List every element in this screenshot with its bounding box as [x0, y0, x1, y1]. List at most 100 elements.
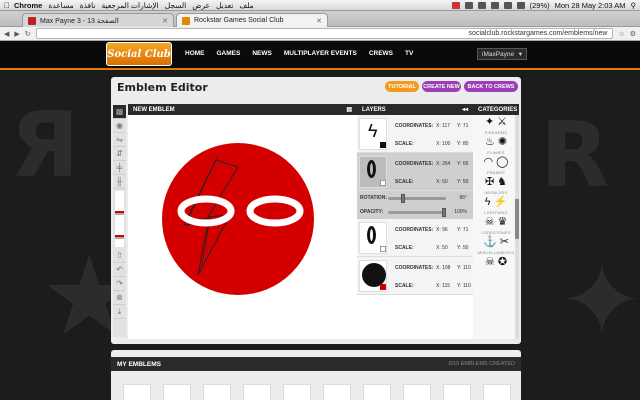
- create-new-button[interactable]: CREATE NEW: [422, 81, 461, 92]
- coord-x[interactable]: X: 108: [436, 265, 450, 271]
- flip-horizontal-icon[interactable]: ⇋: [113, 133, 126, 147]
- nav-games[interactable]: GAMES: [217, 50, 241, 57]
- category-shape-icon[interactable]: ◠: [484, 157, 494, 168]
- emblem-slot[interactable]: [203, 384, 231, 400]
- coord-y[interactable]: Y: 71: [457, 227, 468, 233]
- reload-icon[interactable]: ↻: [25, 30, 31, 38]
- menu-item[interactable]: عرض: [192, 1, 210, 10]
- canvas-grid-icon[interactable]: ▤: [346, 106, 352, 113]
- nav-news[interactable]: NEWS: [252, 50, 272, 57]
- color-swatch[interactable]: [380, 142, 386, 148]
- category-shape-icon[interactable]: ✪: [498, 257, 507, 268]
- wifi-icon[interactable]: [490, 1, 499, 9]
- coord-y[interactable]: Y: 66: [457, 161, 468, 167]
- delete-icon[interactable]: ⊗: [113, 291, 126, 305]
- scale-y[interactable]: Y: 50: [457, 179, 468, 185]
- coord-x[interactable]: X: 117: [436, 123, 450, 129]
- bookmark-star-icon[interactable]: ☆: [618, 30, 624, 38]
- menu-item[interactable]: ملف: [239, 1, 253, 10]
- flag-icon[interactable]: [503, 1, 512, 9]
- undo-icon[interactable]: ↶: [113, 263, 126, 277]
- coord-y[interactable]: Y: 71: [457, 123, 468, 129]
- category-shape-icon[interactable]: ⚡: [494, 197, 508, 208]
- layer-row[interactable]: COORDINATES: X: 108 Y: 110 SCALE: X: 115…: [357, 257, 473, 295]
- scale-x[interactable]: X: 115: [436, 283, 450, 289]
- menu-item[interactable]: مساعدة: [48, 1, 73, 10]
- scale-x[interactable]: X: 100: [436, 141, 450, 147]
- rotation-slider[interactable]: [388, 194, 446, 203]
- browser-tab-active[interactable]: Rockstar Games Social Club ✕: [176, 13, 328, 27]
- layer-row[interactable]: ϟ COORDINATES: X: 117 Y: 71 SCALE: X: 10…: [357, 115, 473, 153]
- emblem-canvas[interactable]: [128, 115, 357, 339]
- category-shape-icon[interactable]: ϟ: [485, 197, 491, 208]
- color-swatch[interactable]: [380, 284, 386, 290]
- emblem-slot[interactable]: [163, 384, 191, 400]
- flip-vertical-icon[interactable]: ⇵: [113, 147, 126, 161]
- nav-multiplayer-events[interactable]: MULTIPLAYER EVENTS: [284, 50, 357, 57]
- redo-icon[interactable]: ↷: [113, 277, 126, 291]
- dropbox-icon[interactable]: [464, 1, 473, 9]
- scale-x[interactable]: X: 50: [436, 179, 448, 185]
- grid-icon[interactable]: ▦: [113, 105, 126, 119]
- social-club-logo[interactable]: Social Club: [106, 42, 172, 66]
- nav-tv[interactable]: TV: [405, 50, 413, 57]
- category-shape-icon[interactable]: ✂: [500, 237, 509, 248]
- back-arrow-icon[interactable]: ◀: [4, 30, 9, 38]
- tab-close-icon[interactable]: ✕: [162, 17, 168, 25]
- tutorial-button[interactable]: TUTORIAL: [385, 81, 419, 92]
- color-swatch[interactable]: [380, 246, 386, 252]
- move-up-icon[interactable]: ⇧: [113, 249, 126, 263]
- category-scrollbar[interactable]: [515, 115, 519, 339]
- emblem-slot[interactable]: [283, 384, 311, 400]
- opacity-slider[interactable]: [388, 208, 446, 217]
- category-shape-icon[interactable]: ☠: [485, 257, 495, 268]
- category-shape-icon[interactable]: ⚔: [497, 117, 507, 128]
- visibility-eye-icon[interactable]: ◉: [113, 119, 126, 133]
- category-shape-icon[interactable]: ☠: [485, 217, 495, 228]
- forward-arrow-icon[interactable]: ▶: [14, 30, 19, 38]
- nav-home[interactable]: HOME: [185, 50, 205, 57]
- volume-icon[interactable]: [516, 1, 525, 9]
- scale-y[interactable]: Y: 110: [457, 283, 471, 289]
- category-shape-icon[interactable]: ◯: [496, 157, 508, 168]
- category-shape-icon[interactable]: ♞: [497, 177, 507, 188]
- battery-text[interactable]: (29%): [530, 1, 550, 10]
- wrench-icon[interactable]: ⚙: [630, 30, 636, 38]
- emblem-slot[interactable]: [403, 384, 431, 400]
- back-to-crews-button[interactable]: BACK TO CREWS: [464, 81, 518, 92]
- menu-item[interactable]: الإشارات المرجعية: [102, 1, 159, 10]
- menu-item[interactable]: السجل: [165, 1, 187, 10]
- emblem-slot[interactable]: [443, 384, 471, 400]
- category-shape-icon[interactable]: ♛: [498, 217, 508, 228]
- coord-y[interactable]: Y: 110: [457, 265, 471, 271]
- layer-row-selected[interactable]: COORDINATES: X: 264 Y: 66 SCALE: X: 50 Y…: [357, 153, 473, 191]
- category-shape-icon[interactable]: ♨: [485, 137, 495, 148]
- scrollbar-thumb[interactable]: [515, 199, 519, 239]
- clock[interactable]: Mon 28 May 2:03 AM: [555, 1, 626, 10]
- emblem-slot[interactable]: [483, 384, 511, 400]
- user-dropdown[interactable]: iMaxPayne ▾: [477, 48, 527, 60]
- layer-row[interactable]: COORDINATES: X: 96 Y: 71 SCALE: X: 50 Y:…: [357, 219, 473, 257]
- emblem-slot[interactable]: [243, 384, 271, 400]
- category-label[interactable]: MISCELLANEOUS: [473, 250, 519, 255]
- collapse-icon[interactable]: ◂◂: [462, 106, 468, 113]
- opacity-slider-knob[interactable]: [442, 208, 446, 217]
- emblem-slot[interactable]: [323, 384, 351, 400]
- color-strip[interactable]: [115, 191, 124, 247]
- align-center-icon[interactable]: ╪: [113, 161, 126, 175]
- rotation-slider-knob[interactable]: [400, 194, 405, 203]
- category-shape-icon[interactable]: ✠: [485, 177, 494, 188]
- address-bar[interactable]: socialclub.rockstargames.com/emblems/new: [35, 28, 614, 39]
- coord-x[interactable]: X: 264: [436, 161, 450, 167]
- notification-icon[interactable]: [451, 1, 460, 9]
- bluetooth-icon[interactable]: [477, 1, 486, 9]
- apple-icon[interactable]: : [0, 1, 14, 10]
- browser-tab[interactable]: Max Payne 3 - الصفحة 13 ✕: [22, 13, 174, 27]
- category-shape-icon[interactable]: ⚓: [483, 237, 497, 248]
- search-icon[interactable]: ⚲: [631, 1, 637, 10]
- scale-y[interactable]: Y: 50: [457, 245, 468, 251]
- app-menu[interactable]: Chrome: [14, 1, 42, 10]
- emblem-slot[interactable]: [363, 384, 391, 400]
- coord-x[interactable]: X: 96: [436, 227, 448, 233]
- category-shape-icon[interactable]: ✦: [485, 117, 494, 128]
